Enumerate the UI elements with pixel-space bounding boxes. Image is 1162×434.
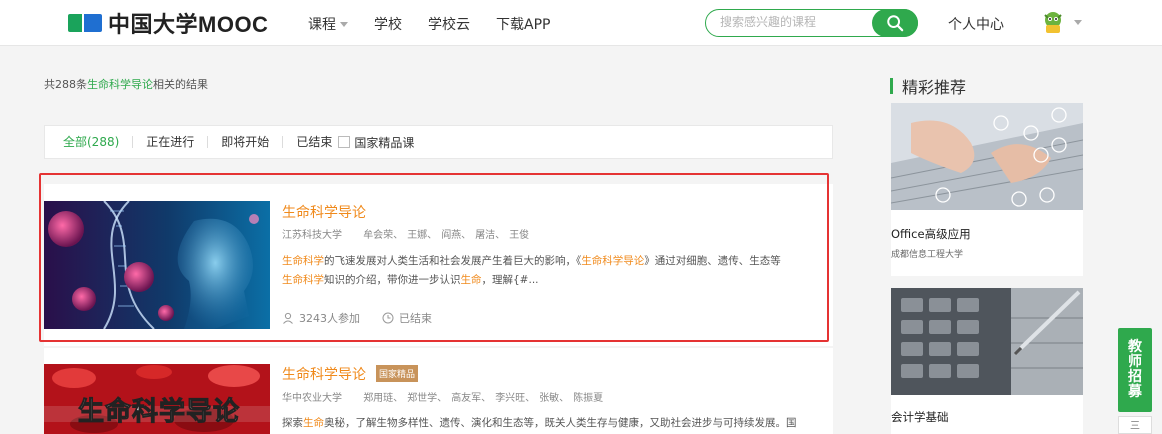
user-menu[interactable] [1040, 9, 1082, 35]
course-meta: 江苏科技大学 牟会荣、 王娜、 阎燕、 屠洁、 王俊 [282, 226, 539, 241]
recruit-char: 招 [1128, 369, 1142, 385]
national-quality-badge: 国家精品 [376, 365, 419, 382]
person-icon [283, 312, 293, 324]
recommend-name[interactable]: 会计学基础 [891, 409, 1083, 425]
clock-icon [382, 312, 394, 324]
course-school[interactable]: 江苏科技大学 [282, 230, 342, 241]
desc-highlight: 生命 [303, 417, 324, 429]
nav-courses-label: 课程 [308, 17, 336, 33]
recommend-title: 精彩推荐 [890, 74, 966, 98]
filter-ended[interactable]: 已结束 [283, 136, 338, 148]
logo-text: 中国大学MOOC [108, 12, 269, 37]
desc-highlight: 生命科学导论 [581, 255, 645, 267]
course-card[interactable]: 生命科学导论 江苏科技大学 牟会荣、 王娜、 阎燕、 屠洁、 王俊 生命科学的飞速发展对… [44, 184, 833, 346]
recommend-card[interactable]: Office高级应用 成都信息工程大学 [891, 103, 1083, 276]
course-teacher: 王俊 [509, 230, 530, 241]
desc-text: 奥秘，了解生物多样性、遗传、演化和生态等，既关人类生存与健康，又助社会进步与可持… [324, 417, 797, 429]
course-school[interactable]: 华中农业大学 [282, 393, 342, 404]
nav-schools[interactable]: 学校 [374, 14, 402, 34]
nav-download-app-label: 下载APP [496, 17, 551, 33]
recommend-school: 成都信息工程大学 [891, 250, 964, 260]
recruit-char: 师 [1128, 354, 1142, 370]
course-teacher: 高友军、 [451, 393, 492, 404]
desc-highlight: 生命科学 [282, 274, 324, 286]
search-input[interactable] [720, 15, 870, 29]
nav-school-cloud[interactable]: 学校云 [428, 14, 470, 34]
desc-text: ，理解{#... [481, 274, 539, 286]
status-stat: 已结束 [382, 310, 432, 326]
course-teacher: 郑用琏、 [363, 393, 404, 404]
logo-book-icon [68, 12, 102, 34]
course-title-text: 生命科学导论 [282, 367, 366, 383]
desc-highlight: 生命 [460, 274, 482, 286]
participants-count: 3243人参加 [299, 312, 360, 325]
desc-text: 探索 [282, 417, 303, 429]
search-box [705, 9, 918, 37]
recommend-title-text: 精彩推荐 [902, 78, 967, 97]
national-quality-filter[interactable]: 国家精品课 [338, 134, 414, 151]
recommend-image[interactable] [891, 103, 1083, 210]
personal-center-link[interactable]: 个人中心 [948, 14, 1004, 34]
filter-all[interactable]: 全部(288) [63, 136, 134, 148]
course-status: 已结束 [399, 312, 432, 325]
avatar [1044, 12, 1062, 33]
course-title[interactable]: 生命科学导论 [282, 202, 366, 222]
filter-upcoming[interactable]: 即将开始 [208, 136, 284, 148]
mooc-logo[interactable]: 中国大学MOOC [68, 10, 269, 37]
thumb-title-text: 生命科学导论 [77, 397, 240, 428]
recommend-image[interactable] [891, 288, 1083, 395]
nav-schools-label: 学校 [374, 17, 402, 33]
filter-bar: 全部(288) 正在进行 即将开始 已结束 国家精品课 [44, 125, 833, 159]
result-prefix: 共288条 [44, 78, 87, 91]
nav-school-cloud-label: 学校云 [428, 17, 470, 33]
course-teacher: 阎燕、 [441, 230, 472, 241]
course-thumbnail[interactable] [44, 201, 270, 329]
desc-text: 的飞速发展对人类生活和社会发展产生着巨大的影响，《 [324, 255, 582, 267]
search-button[interactable] [872, 9, 918, 37]
course-meta: 华中农业大学 郑用琏、 郑世学、 高友军、 李兴旺、 张敏、 陈振夏 [282, 389, 613, 404]
course-teacher: 屠洁、 [475, 230, 506, 241]
nav-courses[interactable]: 课程 [308, 14, 348, 34]
chevron-down-icon [1074, 19, 1082, 25]
course-teacher: 李兴旺、 [495, 393, 536, 404]
national-quality-checkbox[interactable] [338, 136, 351, 148]
desc-text: 知识的介绍，带你进一步认识 [324, 274, 461, 286]
result-keyword: 生命科学导论 [87, 78, 153, 91]
course-card[interactable]: 生命科学导论 生命科学导论 国家精品 华中农业大学 郑用琏、 郑世学、 高友军、 李兴旺… [44, 348, 833, 434]
course-stats: 3243人参加 已结束 [282, 310, 454, 326]
calculator-chart-image [891, 288, 1083, 395]
recommend-name[interactable]: Office高级应用 [891, 226, 1083, 242]
desc-text: 》通过对细胞、遗传、生态等 [644, 255, 781, 267]
recruit-char: 募 [1128, 384, 1142, 400]
course-description: 探索生命奥秘，了解生物多样性、遗传、演化和生态等，既关人类生存与健康，又助社会进… [282, 414, 820, 433]
course-teacher: 郑世学、 [407, 393, 448, 404]
float-menu-button[interactable]: 三 [1118, 416, 1152, 434]
desc-highlight: 生命科学 [282, 255, 324, 267]
laptop-hands-image [891, 103, 1083, 210]
course-title[interactable]: 生命科学导论 国家精品 [282, 364, 419, 384]
title-accent-bar [890, 78, 893, 94]
national-quality-label: 国家精品课 [354, 135, 415, 150]
nav-download-app[interactable]: 下载APP [496, 14, 550, 34]
chevron-down-icon [340, 21, 348, 27]
course-teacher: 张敏、 [539, 393, 570, 404]
result-count: 共288条生命科学导论相关的结果 [44, 76, 208, 92]
course-teacher: 陈振夏 [573, 393, 604, 404]
course-teacher: 牟会荣、 [363, 230, 404, 241]
participants-stat: 3243人参加 [282, 310, 360, 326]
recommend-card[interactable]: 会计学基础 [891, 288, 1083, 434]
recruit-char: 教 [1128, 339, 1142, 355]
main-nav: 课程 学校 学校云 下载APP [308, 14, 576, 34]
search-icon [887, 15, 904, 32]
filter-ongoing[interactable]: 正在进行 [133, 136, 209, 148]
course-thumbnail[interactable]: 生命科学导论 [44, 364, 270, 434]
course-teacher: 王娜、 [407, 230, 438, 241]
teacher-recruit-button[interactable]: 教 师 招 募 [1118, 328, 1152, 412]
dna-face-image [44, 201, 270, 329]
top-header: 中国大学MOOC 课程 学校 学校云 下载APP 个人中心 [0, 0, 1162, 46]
result-suffix: 相关的结果 [153, 78, 208, 91]
course-description: 生命科学的飞速发展对人类生活和社会发展产生着巨大的影响，《生命科学导论》通过对细… [282, 252, 820, 290]
